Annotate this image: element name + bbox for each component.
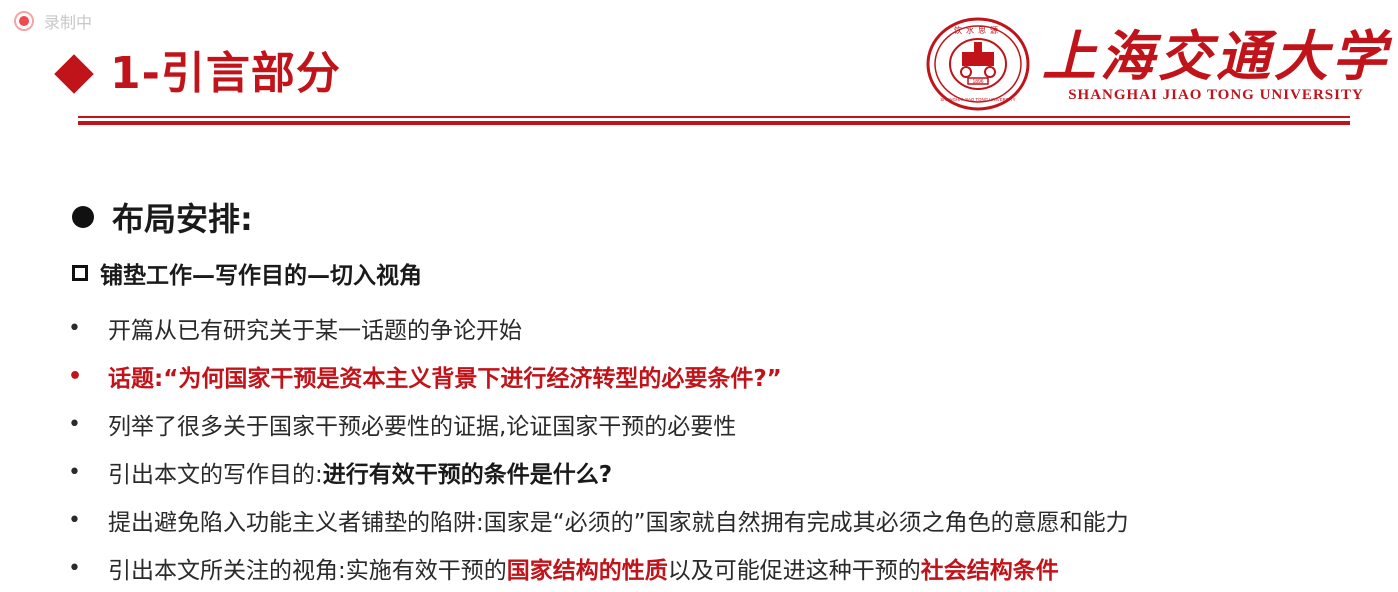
university-name-en: SHANGHAI JIAO TONG UNIVERSITY xyxy=(1068,86,1364,103)
list-item: • 引出本文所关注的视角:实施有效干预的 国家结构的性质 以及可能促进这种干预的 社会… xyxy=(68,544,1129,592)
list-item: • 提出避免陷入功能主义者铺垫的陷阱:国家是“必须的”国家就自然拥有完成其必须之… xyxy=(68,496,1129,544)
list-item-topic: • 话题:“为何国家干预是资本主义背景下进行经济转型的必要条件?” xyxy=(68,352,1129,400)
subheading: 铺垫工作—写作目的—切入视角 xyxy=(72,256,422,290)
title-divider-thick xyxy=(78,121,1350,125)
bullet-icon: • xyxy=(68,507,81,533)
list-item: • 引出本文的写作目的: 进行有效干预的条件是什么? xyxy=(68,448,1129,496)
recording-label: 录制中 xyxy=(44,13,93,32)
bullet-icon: • xyxy=(68,459,81,485)
recording-indicator[interactable]: 录制中 xyxy=(14,9,92,33)
slide-title-text: 1-引言部分 xyxy=(110,48,341,99)
diamond-icon xyxy=(54,54,94,94)
list-item-text: 开篇从已有研究关于某一话题的争论开始 xyxy=(108,318,522,344)
list-item: • 列举了很多关于国家干预必要性的证据,论证国家干预的必要性 xyxy=(68,400,1129,448)
list-item-text: 引出本文所关注的视角:实施有效干预的 xyxy=(108,558,507,584)
seal-bottom-text: SHANGHAI JIAO TONG UNIVERSITY xyxy=(940,97,1015,102)
bullet-icon: • xyxy=(68,315,81,341)
highlight-state-structure: 国家结构的性质 xyxy=(506,558,668,584)
university-seal-icon: 1896 饮水思源 SHANGHAI JIAO TONG UNIVERSITY xyxy=(926,17,1030,111)
university-name-cn: 上海交通大学 xyxy=(1042,23,1390,88)
bullet-icon: • xyxy=(68,555,81,581)
section-heading: 布局安排: xyxy=(72,194,253,240)
bullet-dot-icon xyxy=(72,206,94,228)
bullet-icon: • xyxy=(68,363,83,389)
subheading-text: 铺垫工作—写作目的—切入视角 xyxy=(100,263,422,289)
list-item: • 开篇从已有研究关于某一话题的争论开始 xyxy=(68,304,1129,352)
seal-top-text: 饮水思源 xyxy=(954,25,1002,35)
list-item-text: 话题:“为何国家干预是资本主义背景下进行经济转型的必要条件?” xyxy=(108,366,782,392)
seal-year: 1896 xyxy=(972,79,983,85)
square-bullet-icon xyxy=(72,265,88,281)
highlight-social-structure: 社会结构条件 xyxy=(920,558,1059,584)
list-item-bold-text: 进行有效干预的条件是什么? xyxy=(322,462,613,488)
list-item-text-mid: 以及可能促进这种干预的 xyxy=(667,558,921,584)
title-divider-thin xyxy=(78,116,1350,118)
university-logo: 1896 饮水思源 SHANGHAI JIAO TONG UNIVERSITY … xyxy=(924,16,1390,112)
record-icon xyxy=(14,11,34,31)
bullet-list: • 开篇从已有研究关于某一话题的争论开始 • 话题:“为何国家干预是资本主义背景… xyxy=(68,304,1129,592)
list-item-text: 引出本文的写作目的: xyxy=(108,462,323,488)
slide-title: 1-引言部分 xyxy=(54,52,341,96)
university-wordmark: 上海交通大学 SHANGHAI JIAO TONG UNIVERSITY xyxy=(1042,25,1390,104)
list-item-text: 提出避免陷入功能主义者铺垫的陷阱:国家是“必须的”国家就自然拥有完成其必须之角色… xyxy=(108,510,1129,536)
section-heading-text: 布局安排: xyxy=(112,200,253,238)
bullet-icon: • xyxy=(68,411,81,437)
list-item-text: 列举了很多关于国家干预必要性的证据,论证国家干预的必要性 xyxy=(108,414,737,440)
